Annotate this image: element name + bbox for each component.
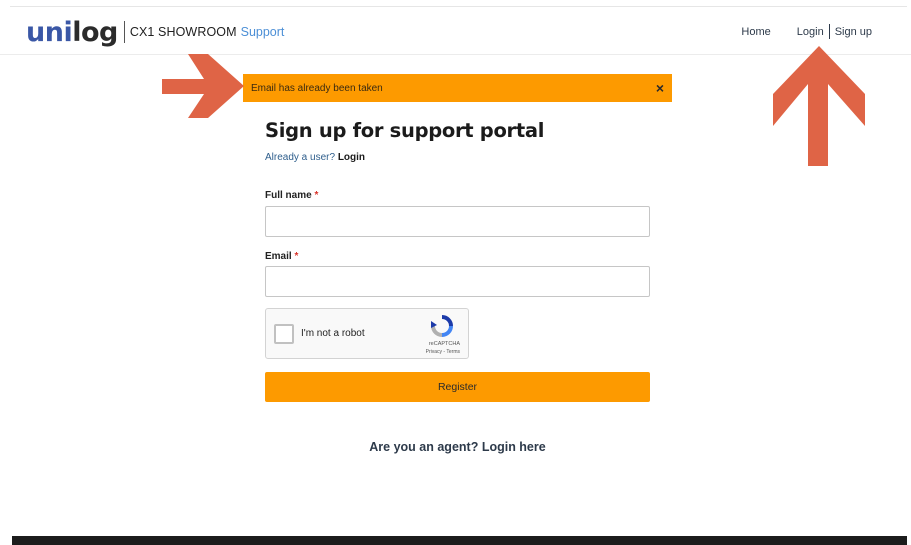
top-nav: Home Login Sign up xyxy=(741,24,872,39)
full-name-input[interactable] xyxy=(265,206,650,237)
brand[interactable]: uni log CX1 SHOWROOM Support xyxy=(26,17,284,47)
login-link[interactable]: Login xyxy=(338,152,365,163)
brand-divider xyxy=(123,21,125,43)
recaptcha-icon xyxy=(431,315,453,337)
register-button[interactable]: Register xyxy=(265,372,650,402)
captcha-label: I'm not a robot xyxy=(301,328,365,339)
nav-login-link[interactable]: Login xyxy=(797,26,824,38)
email-label: Email * xyxy=(265,251,299,262)
full-name-label: Full name * xyxy=(265,190,319,201)
recaptcha-widget: I'm not a robot reCAPTCHA Privacy - Term… xyxy=(265,308,469,359)
agent-login-link[interactable]: Login here xyxy=(482,440,546,454)
captcha-checkbox[interactable] xyxy=(274,324,294,344)
unilog-logo: uni log xyxy=(26,16,118,48)
nav-home-link[interactable]: Home xyxy=(741,26,770,38)
required-mark: * xyxy=(314,190,319,201)
close-icon[interactable]: × xyxy=(656,81,664,95)
captcha-brand: reCAPTCHA xyxy=(428,341,460,347)
required-mark: * xyxy=(294,251,299,262)
arrow-right-icon xyxy=(162,54,244,118)
product-sub: Support xyxy=(240,25,285,39)
nav-divider xyxy=(828,24,830,39)
error-alert: Email has already been taken × xyxy=(243,74,672,102)
alert-message: Email has already been taken xyxy=(251,82,383,94)
arrow-up-icon xyxy=(773,46,865,166)
product-name: CX1 SHOWROOM xyxy=(129,25,237,39)
nav-signup-link[interactable]: Sign up xyxy=(835,26,872,38)
email-input[interactable] xyxy=(265,266,650,297)
agent-prompt-text: Are you an agent? xyxy=(369,440,479,454)
page-title: Sign up for support portal xyxy=(265,119,545,142)
bottom-bar xyxy=(12,536,907,545)
captcha-privacy-terms[interactable]: Privacy - Terms xyxy=(426,349,460,355)
agent-login-prompt: Are you an agent? Login here xyxy=(0,440,911,454)
already-user-prompt: Already a user? Login xyxy=(265,152,365,163)
already-user-text: Already a user? xyxy=(265,152,336,163)
